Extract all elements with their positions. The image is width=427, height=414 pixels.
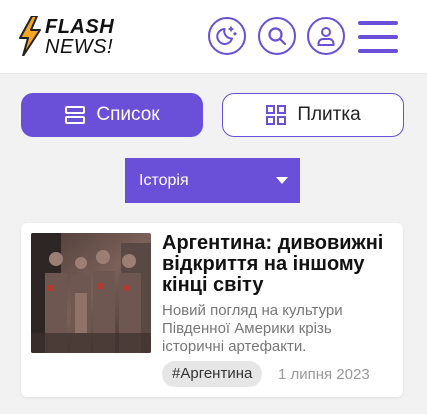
hamburger-bar [358, 49, 398, 53]
hamburger-icon [358, 21, 398, 25]
article-date: 1 липня 2023 [278, 366, 370, 383]
logo-word-flash: FLASH [45, 16, 115, 38]
logo-word-news: NEWS! [45, 36, 114, 58]
article-card[interactable]: Аргентина: дивовижні відкриття на іншому… [21, 223, 403, 397]
category-select[interactable]: Історія [125, 158, 300, 203]
search-button[interactable] [258, 17, 296, 55]
list-view-button[interactable]: Список [21, 93, 203, 137]
account-button[interactable] [307, 17, 345, 55]
search-icon [268, 27, 287, 46]
list-view-label: Список [96, 104, 160, 125]
tile-view-label: Плитка [297, 104, 361, 125]
dropdown-caret-icon [276, 177, 288, 184]
theme-toggle-button[interactable] [208, 17, 246, 55]
article-title[interactable]: Аргентина: дивовижні відкриття на іншому… [162, 233, 394, 296]
hamburger-menu-button[interactable] [358, 20, 398, 54]
article-description: Новий погляд на культури Південної Амери… [162, 302, 343, 355]
tile-view-button[interactable]: Плитка [222, 93, 404, 137]
article-photo [31, 233, 151, 353]
site-logo[interactable]: FLASH NEWS! [18, 16, 128, 60]
grid-view-icon [266, 105, 287, 125]
user-icon [317, 27, 335, 46]
category-selected-value: Історія [139, 171, 189, 189]
lightning-bolt-icon [19, 16, 41, 56]
article-tag[interactable]: #Аргентина [162, 361, 263, 387]
moon-stars-icon [216, 26, 237, 45]
list-view-icon [65, 106, 86, 124]
article-thumbnail[interactable] [31, 233, 151, 353]
app-header: FLASH NEWS! [0, 0, 427, 74]
hamburger-bar [358, 35, 398, 39]
